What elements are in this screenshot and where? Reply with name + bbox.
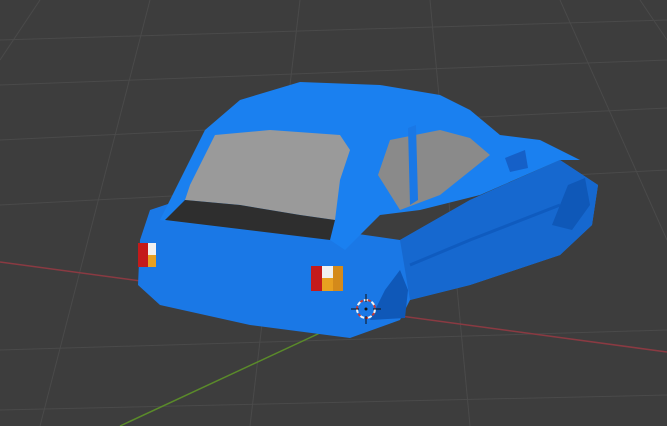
3d-viewport[interactable] (0, 0, 667, 426)
left-taillight (138, 243, 156, 267)
right-taillight (311, 266, 343, 291)
viewport-canvas[interactable] (0, 0, 667, 426)
